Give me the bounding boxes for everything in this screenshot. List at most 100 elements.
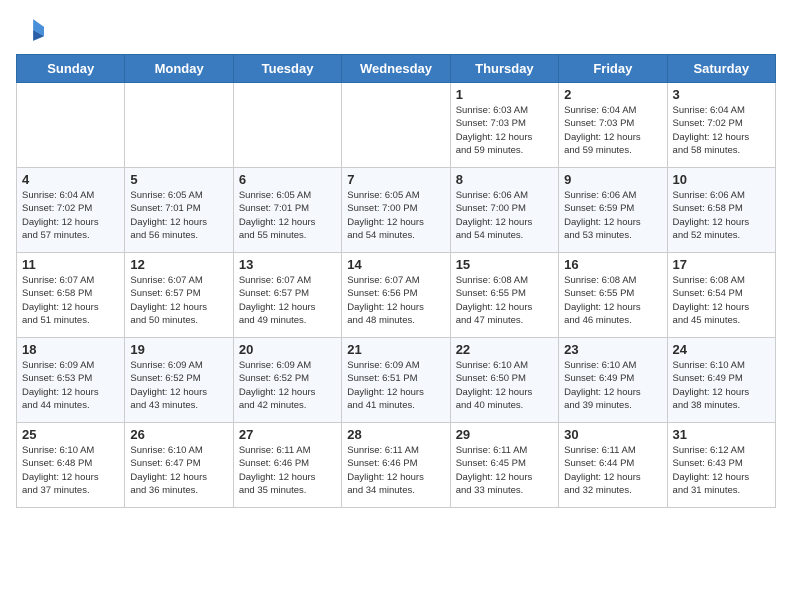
calendar-header: SundayMondayTuesdayWednesdayThursdayFrid… xyxy=(17,55,776,83)
calendar-cell xyxy=(125,83,233,168)
day-info: Sunrise: 6:11 AM Sunset: 6:46 PM Dayligh… xyxy=(347,444,444,497)
day-number: 20 xyxy=(239,342,336,357)
weekday-header: Wednesday xyxy=(342,55,450,83)
day-info: Sunrise: 6:11 AM Sunset: 6:45 PM Dayligh… xyxy=(456,444,553,497)
day-number: 16 xyxy=(564,257,661,272)
calendar-cell: 10Sunrise: 6:06 AM Sunset: 6:58 PM Dayli… xyxy=(667,168,775,253)
logo xyxy=(16,16,48,44)
calendar-cell: 6 Sunrise: 6:05 AM Sunset: 7:01 PM Daylig… xyxy=(233,168,341,253)
day-info: Sunrise: 6:11 AM Sunset: 6:46 PM Dayligh… xyxy=(239,444,336,497)
day-info: Sunrise: 6:10 AM Sunset: 6:49 PM Dayligh… xyxy=(564,359,661,412)
calendar-cell: 25 Sunrise: 6:10 AM Sunset: 6:48 PM Dayli… xyxy=(17,423,125,508)
weekday-row: SundayMondayTuesdayWednesdayThursdayFrid… xyxy=(17,55,776,83)
day-info: Sunrise: 6:10 AM Sunset: 6:49 PM Dayligh… xyxy=(673,359,770,412)
day-info: Sunrise: 6:11 AM Sunset: 6:44 PM Dayligh… xyxy=(564,444,661,497)
day-info: Sunrise: 6:12 AM Sunset: 6:43 PM Dayligh… xyxy=(673,444,770,497)
calendar-cell: 14Sunrise: 6:07 AM Sunset: 6:56 PM Dayli… xyxy=(342,253,450,338)
day-number: 8 xyxy=(456,172,553,187)
day-info: Sunrise: 6:07 AM Sunset: 6:57 PM Dayligh… xyxy=(239,274,336,327)
day-number: 3 xyxy=(673,87,770,102)
day-info: Sunrise: 6:06 AM Sunset: 7:00 PM Dayligh… xyxy=(456,189,553,242)
day-number: 6 xyxy=(239,172,336,187)
calendar-body: 1Sunrise: 6:03 AM Sunset: 7:03 PM Daylig… xyxy=(17,83,776,508)
weekday-header: Sunday xyxy=(17,55,125,83)
day-info: Sunrise: 6:08 AM Sunset: 6:54 PM Dayligh… xyxy=(673,274,770,327)
day-number: 24 xyxy=(673,342,770,357)
day-info: Sunrise: 6:10 AM Sunset: 6:50 PM Dayligh… xyxy=(456,359,553,412)
header xyxy=(16,16,776,44)
day-info: Sunrise: 6:04 AM Sunset: 7:03 PM Dayligh… xyxy=(564,104,661,157)
day-info: Sunrise: 6:09 AM Sunset: 6:51 PM Dayligh… xyxy=(347,359,444,412)
day-number: 27 xyxy=(239,427,336,442)
day-number: 23 xyxy=(564,342,661,357)
day-number: 29 xyxy=(456,427,553,442)
day-number: 17 xyxy=(673,257,770,272)
day-number: 19 xyxy=(130,342,227,357)
day-number: 21 xyxy=(347,342,444,357)
calendar-cell: 12Sunrise: 6:07 AM Sunset: 6:57 PM Dayli… xyxy=(125,253,233,338)
calendar-cell: 27 Sunrise: 6:11 AM Sunset: 6:46 PM Dayli… xyxy=(233,423,341,508)
calendar-cell: 7Sunrise: 6:05 AM Sunset: 7:00 PM Daylig… xyxy=(342,168,450,253)
day-number: 4 xyxy=(22,172,119,187)
calendar-week: 25 Sunrise: 6:10 AM Sunset: 6:48 PM Dayli… xyxy=(17,423,776,508)
calendar-cell: 11Sunrise: 6:07 AM Sunset: 6:58 PM Dayli… xyxy=(17,253,125,338)
day-number: 12 xyxy=(130,257,227,272)
day-number: 14 xyxy=(347,257,444,272)
weekday-header: Thursday xyxy=(450,55,558,83)
day-number: 28 xyxy=(347,427,444,442)
day-number: 1 xyxy=(456,87,553,102)
calendar-week: 18Sunrise: 6:09 AM Sunset: 6:53 PM Dayli… xyxy=(17,338,776,423)
day-number: 25 xyxy=(22,427,119,442)
calendar-cell: 28 Sunrise: 6:11 AM Sunset: 6:46 PM Dayli… xyxy=(342,423,450,508)
calendar-cell: 9Sunrise: 6:06 AM Sunset: 6:59 PM Daylig… xyxy=(559,168,667,253)
calendar-cell: 2 Sunrise: 6:04 AM Sunset: 7:03 PM Daylig… xyxy=(559,83,667,168)
day-number: 31 xyxy=(673,427,770,442)
calendar-cell: 31 Sunrise: 6:12 AM Sunset: 6:43 PM Dayli… xyxy=(667,423,775,508)
calendar-cell: 19 Sunrise: 6:09 AM Sunset: 6:52 PM Dayli… xyxy=(125,338,233,423)
calendar-cell: 30 Sunrise: 6:11 AM Sunset: 6:44 PM Dayli… xyxy=(559,423,667,508)
calendar-cell: 26 Sunrise: 6:10 AM Sunset: 6:47 PM Dayli… xyxy=(125,423,233,508)
weekday-header: Tuesday xyxy=(233,55,341,83)
calendar-cell: 5 Sunrise: 6:05 AM Sunset: 7:01 PM Daylig… xyxy=(125,168,233,253)
calendar-cell: 4Sunrise: 6:04 AM Sunset: 7:02 PM Daylig… xyxy=(17,168,125,253)
day-info: Sunrise: 6:10 AM Sunset: 6:47 PM Dayligh… xyxy=(130,444,227,497)
day-info: Sunrise: 6:05 AM Sunset: 7:01 PM Dayligh… xyxy=(239,189,336,242)
calendar-cell: 16 Sunrise: 6:08 AM Sunset: 6:55 PM Dayli… xyxy=(559,253,667,338)
day-info: Sunrise: 6:10 AM Sunset: 6:48 PM Dayligh… xyxy=(22,444,119,497)
day-number: 26 xyxy=(130,427,227,442)
day-info: Sunrise: 6:05 AM Sunset: 7:01 PM Dayligh… xyxy=(130,189,227,242)
calendar-cell: 20Sunrise: 6:09 AM Sunset: 6:52 PM Dayli… xyxy=(233,338,341,423)
day-info: Sunrise: 6:08 AM Sunset: 6:55 PM Dayligh… xyxy=(456,274,553,327)
calendar-cell: 1Sunrise: 6:03 AM Sunset: 7:03 PM Daylig… xyxy=(450,83,558,168)
calendar-cell: 8 Sunrise: 6:06 AM Sunset: 7:00 PM Daylig… xyxy=(450,168,558,253)
day-info: Sunrise: 6:08 AM Sunset: 6:55 PM Dayligh… xyxy=(564,274,661,327)
calendar-week: 4Sunrise: 6:04 AM Sunset: 7:02 PM Daylig… xyxy=(17,168,776,253)
calendar-week: 11Sunrise: 6:07 AM Sunset: 6:58 PM Dayli… xyxy=(17,253,776,338)
day-number: 7 xyxy=(347,172,444,187)
weekday-header: Friday xyxy=(559,55,667,83)
day-number: 15 xyxy=(456,257,553,272)
day-number: 30 xyxy=(564,427,661,442)
day-number: 10 xyxy=(673,172,770,187)
day-info: Sunrise: 6:04 AM Sunset: 7:02 PM Dayligh… xyxy=(673,104,770,157)
calendar-week: 1Sunrise: 6:03 AM Sunset: 7:03 PM Daylig… xyxy=(17,83,776,168)
day-number: 2 xyxy=(564,87,661,102)
day-number: 11 xyxy=(22,257,119,272)
day-number: 9 xyxy=(564,172,661,187)
calendar-cell: 23 Sunrise: 6:10 AM Sunset: 6:49 PM Dayli… xyxy=(559,338,667,423)
calendar-cell: 24 Sunrise: 6:10 AM Sunset: 6:49 PM Dayli… xyxy=(667,338,775,423)
logo-icon xyxy=(16,16,44,44)
calendar-cell: 21 Sunrise: 6:09 AM Sunset: 6:51 PM Dayli… xyxy=(342,338,450,423)
calendar-cell: 13Sunrise: 6:07 AM Sunset: 6:57 PM Dayli… xyxy=(233,253,341,338)
day-number: 22 xyxy=(456,342,553,357)
day-number: 5 xyxy=(130,172,227,187)
calendar-cell: 29 Sunrise: 6:11 AM Sunset: 6:45 PM Dayli… xyxy=(450,423,558,508)
calendar-cell xyxy=(17,83,125,168)
day-info: Sunrise: 6:09 AM Sunset: 6:52 PM Dayligh… xyxy=(130,359,227,412)
calendar-cell xyxy=(233,83,341,168)
calendar-cell: 22 Sunrise: 6:10 AM Sunset: 6:50 PM Dayli… xyxy=(450,338,558,423)
day-number: 18 xyxy=(22,342,119,357)
calendar-cell: 15 Sunrise: 6:08 AM Sunset: 6:55 PM Dayli… xyxy=(450,253,558,338)
weekday-header: Monday xyxy=(125,55,233,83)
calendar-cell xyxy=(342,83,450,168)
